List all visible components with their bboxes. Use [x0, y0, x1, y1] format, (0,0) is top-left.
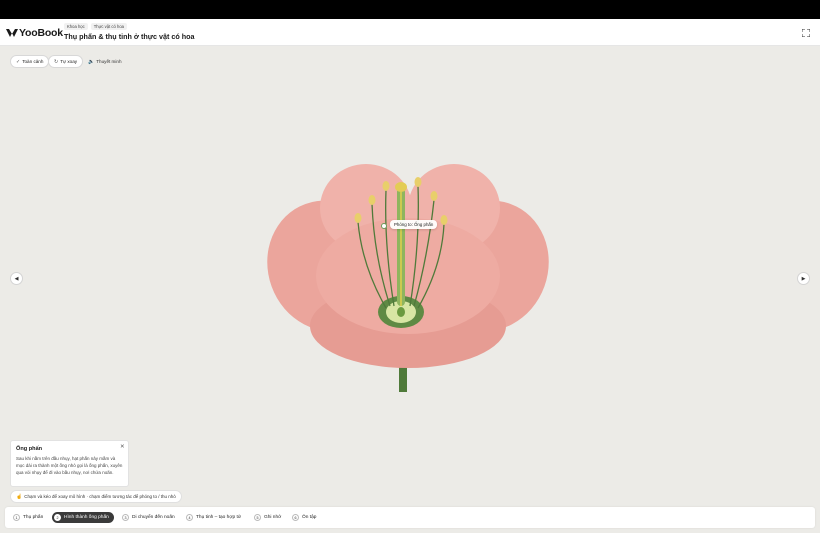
breadcrumb: Khoa học Thực vật có hoa — [64, 23, 127, 30]
info-card-title: Ống phấn — [16, 446, 43, 452]
step-label: Ghi nhớ — [264, 515, 282, 520]
zoom-callout[interactable]: Phóng to: Ống phấn — [390, 220, 438, 229]
step-number: 1 — [13, 514, 20, 521]
autorotate-label: Tự xoay — [60, 59, 78, 64]
overview-button[interactable]: ✓ Toàn cảnh — [10, 55, 50, 68]
step-label: Di chuyển đến noãn — [132, 515, 175, 520]
info-card: Ống phấn Sau khi nằm trên đầu nhụy, hạt … — [10, 440, 129, 487]
narration-button[interactable]: 🔈 Thuyết minh — [83, 55, 127, 68]
overview-label: Toàn cảnh — [22, 59, 44, 64]
fullscreen-icon — [802, 29, 810, 37]
step-5[interactable]: 5 Ghi nhớ — [252, 512, 286, 523]
hand-icon: ☝ — [16, 493, 23, 500]
steps-bar: 1 Thụ phấn 2 Hình thành ống phấn 3 Di ch… — [5, 507, 815, 528]
step-1[interactable]: 1 Thụ phấn — [11, 512, 48, 523]
fullscreen-button[interactable] — [800, 27, 812, 39]
check-icon: ✓ — [16, 58, 21, 65]
step-label: Hình thành ống phấn — [64, 515, 109, 520]
top-black-bar — [0, 0, 820, 19]
step-number: 5 — [254, 514, 261, 521]
close-icon[interactable]: ✕ — [120, 444, 125, 450]
chevron-left-icon: ◀ — [14, 275, 19, 282]
prev-step-button[interactable]: ◀ — [10, 272, 23, 285]
step-number: 4 — [186, 514, 193, 521]
hint-text: Chạm và kéo để xoay mô hình · chạm điểm … — [24, 494, 176, 499]
logo-text: YooBook — [19, 27, 63, 39]
model-stage[interactable]: ✓ Toàn cảnh ↻ Tự xoay 🔈 Thuyết minh ◀ ▶ — [0, 46, 820, 533]
petals — [267, 164, 549, 368]
step-number: 3 — [122, 514, 129, 521]
step-4[interactable]: 4 Thụ tinh – tạo hợp tử — [184, 512, 246, 523]
step-number: 6 — [292, 514, 299, 521]
step-label: Thụ phấn — [23, 515, 44, 520]
flower-model[interactable] — [258, 126, 558, 396]
yoobook-logo[interactable]: YooBook — [6, 27, 63, 39]
info-card-body: Sau khi nằm trên đầu nhụy, hạt phấn nảy … — [16, 456, 123, 475]
step-label: Thụ tinh – tạo hợp tử — [196, 515, 242, 520]
logo-mark-icon — [6, 29, 18, 37]
chevron-right-icon: ▶ — [801, 275, 806, 282]
pollen-tube-hotspot[interactable] — [381, 223, 387, 229]
app-header: YooBook Khoa học Thực vật có hoa Thụ phấ… — [0, 19, 820, 46]
step-6[interactable]: 6 Ôn tập — [290, 512, 321, 523]
rotate-icon: ↻ — [54, 58, 59, 65]
interaction-hint: ☝ Chạm và kéo để xoay mô hình · chạm điể… — [10, 490, 182, 503]
speaker-icon: 🔈 — [88, 58, 95, 65]
breadcrumb-item[interactable]: Khoa học — [64, 23, 88, 30]
step-3[interactable]: 3 Di chuyển đến noãn — [120, 512, 180, 523]
step-number: 2 — [54, 514, 61, 521]
page-title: Thụ phấn & thụ tinh ở thực vật có hoa — [64, 32, 195, 41]
breadcrumb-item[interactable]: Thực vật có hoa — [90, 23, 127, 30]
step-2[interactable]: 2 Hình thành ống phấn — [52, 512, 114, 523]
autorotate-button[interactable]: ↻ Tự xoay — [48, 55, 84, 68]
next-step-button[interactable]: ▶ — [797, 272, 810, 285]
step-label: Ôn tập — [302, 515, 317, 520]
stigma — [395, 182, 407, 192]
narration-label: Thuyết minh — [96, 59, 122, 64]
